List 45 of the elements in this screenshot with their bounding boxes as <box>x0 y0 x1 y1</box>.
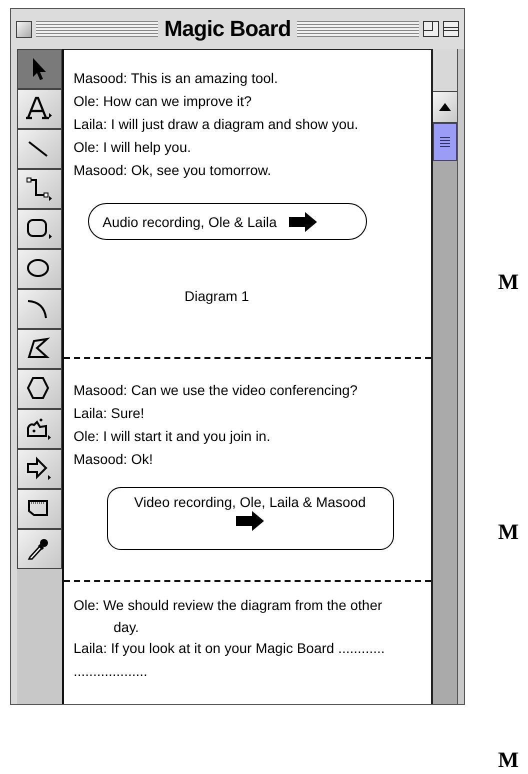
grip-icon <box>440 136 450 148</box>
connector-tool[interactable] <box>17 169 62 209</box>
polygon-tool[interactable] <box>17 329 62 369</box>
chat-line: Ole: I will start it and you join in. <box>72 427 272 446</box>
arrow-shape-icon <box>25 455 54 483</box>
arrow-tool[interactable] <box>17 449 62 489</box>
freeform-tool[interactable] <box>17 409 62 449</box>
note-tool[interactable] <box>17 489 62 529</box>
arrow-icon <box>286 210 319 232</box>
line-tool[interactable] <box>17 129 62 169</box>
margin-letter: M <box>498 748 519 772</box>
chat-line: Masood: Can we use the video conferencing? <box>72 381 359 400</box>
chat-line: day. <box>112 618 140 637</box>
chat-line: Masood: Ok, see you tomorrow. <box>72 161 272 180</box>
arc-tool[interactable] <box>17 289 62 329</box>
chat-line: Laila: I will just draw a diagram and show you. <box>72 115 360 134</box>
chat-line: Ole: How can we improve it? <box>72 92 253 111</box>
chat-line: Masood: This is an amazing tool. <box>72 69 279 88</box>
window-title: Magic Board <box>163 16 292 42</box>
ellipse-tool[interactable] <box>17 249 62 289</box>
hexagon-tool[interactable] <box>17 369 62 409</box>
scroll-up-button[interactable] <box>433 92 458 123</box>
arrow-icon <box>234 510 266 532</box>
text-tool[interactable] <box>17 89 62 129</box>
chat-line: Ole: I will help you. <box>72 138 192 157</box>
pointer-tool[interactable] <box>17 49 62 89</box>
chat-line: ................... <box>72 662 148 681</box>
scroll-thumb[interactable] <box>433 123 458 161</box>
margin-letter: M <box>498 520 519 544</box>
chat-line: Laila: If you look at it on your Magic Board ............ <box>72 639 386 658</box>
close-box[interactable] <box>16 20 32 38</box>
recording-link[interactable]: Audio recording, Ole & Laila <box>88 203 366 240</box>
roundrect-tool[interactable] <box>17 209 62 249</box>
connector-icon <box>25 175 54 203</box>
chat-line: Ole: We should review the diagram from the other <box>72 596 384 615</box>
scrollbar-track[interactable] <box>431 49 458 704</box>
diagram-caption: Diagram 1 <box>184 287 250 306</box>
up-triangle-icon <box>439 103 452 111</box>
chat-line: Masood: Ok! <box>72 450 154 469</box>
recording-link[interactable]: Video recording, Ole, Laila & Masood <box>106 487 394 550</box>
collapse-box-icon[interactable] <box>443 21 459 37</box>
chat-line: Laila: Sure! <box>72 404 146 423</box>
eyedropper-tool[interactable] <box>17 529 62 569</box>
zoom-box-icon[interactable] <box>423 21 439 37</box>
margin-letter: M <box>498 270 519 294</box>
